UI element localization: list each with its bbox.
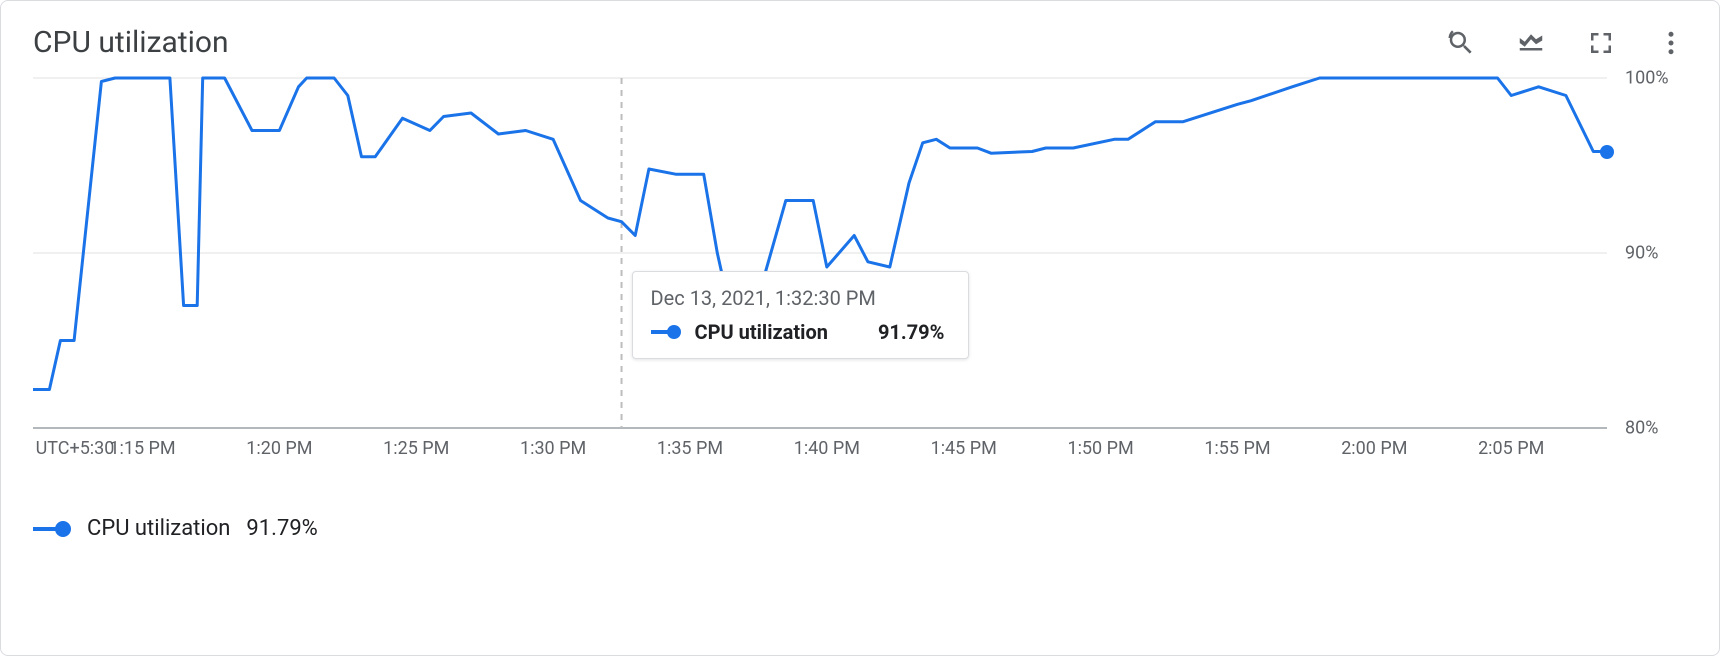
chart-toolbar bbox=[1445, 27, 1687, 59]
fullscreen-button[interactable] bbox=[1585, 27, 1617, 59]
chart-tooltip: Dec 13, 2021, 1:32:30 PM CPU utilization… bbox=[632, 271, 970, 359]
series-marker-icon bbox=[651, 325, 681, 339]
zoom-reset-icon bbox=[1446, 28, 1476, 58]
x-tick-label: 1:50 PM bbox=[1067, 438, 1133, 459]
x-tick-label: 1:20 PM bbox=[246, 438, 312, 459]
timezone-label: UTC+5:30 bbox=[36, 438, 115, 459]
tooltip-series-label: CPU utilization bbox=[695, 320, 828, 344]
zoom-reset-button[interactable] bbox=[1445, 27, 1477, 59]
chart-title: CPU utilization bbox=[33, 25, 229, 60]
kebab-menu-icon bbox=[1656, 28, 1686, 58]
fullscreen-icon bbox=[1586, 28, 1616, 58]
legend-marker-icon bbox=[33, 521, 71, 537]
chart-header: CPU utilization bbox=[33, 25, 1687, 60]
chart-legend: CPU utilization 91.79% bbox=[33, 516, 1687, 541]
legend-toggle-icon bbox=[1516, 28, 1546, 58]
y-tick-label: 80% bbox=[1625, 418, 1658, 439]
legend-toggle-button[interactable] bbox=[1515, 27, 1547, 59]
x-tick-label: 1:35 PM bbox=[657, 438, 723, 459]
x-tick-label: 1:30 PM bbox=[520, 438, 586, 459]
legend-value: 91.79% bbox=[246, 516, 317, 541]
tooltip-row: CPU utilization 91.79% bbox=[651, 320, 945, 344]
chart-plot-area[interactable]: 100% 90% 80% UTC+5:301:15 PM 1:20 PM 1:25 PM… bbox=[33, 68, 1687, 498]
more-options-button[interactable] bbox=[1655, 27, 1687, 59]
x-tick-label: 1:15 PM bbox=[109, 438, 175, 459]
chart-card: CPU utilization 100% 90% 80% UTC+5:301:15 … bbox=[0, 0, 1720, 656]
x-tick-label: 1:45 PM bbox=[931, 438, 997, 459]
x-tick-label: 1:40 PM bbox=[794, 438, 860, 459]
tooltip-value: 91.79% bbox=[842, 320, 944, 344]
x-tick-label: 2:05 PM bbox=[1478, 438, 1544, 459]
x-tick-label: 1:55 PM bbox=[1204, 438, 1270, 459]
y-tick-label: 90% bbox=[1625, 243, 1658, 264]
x-tick-label: 1:25 PM bbox=[383, 438, 449, 459]
series-end-point-icon bbox=[1600, 145, 1614, 159]
tooltip-timestamp: Dec 13, 2021, 1:32:30 PM bbox=[651, 286, 945, 310]
x-tick-label: 2:00 PM bbox=[1341, 438, 1407, 459]
y-tick-label: 100% bbox=[1625, 68, 1669, 89]
legend-label: CPU utilization bbox=[87, 516, 230, 541]
